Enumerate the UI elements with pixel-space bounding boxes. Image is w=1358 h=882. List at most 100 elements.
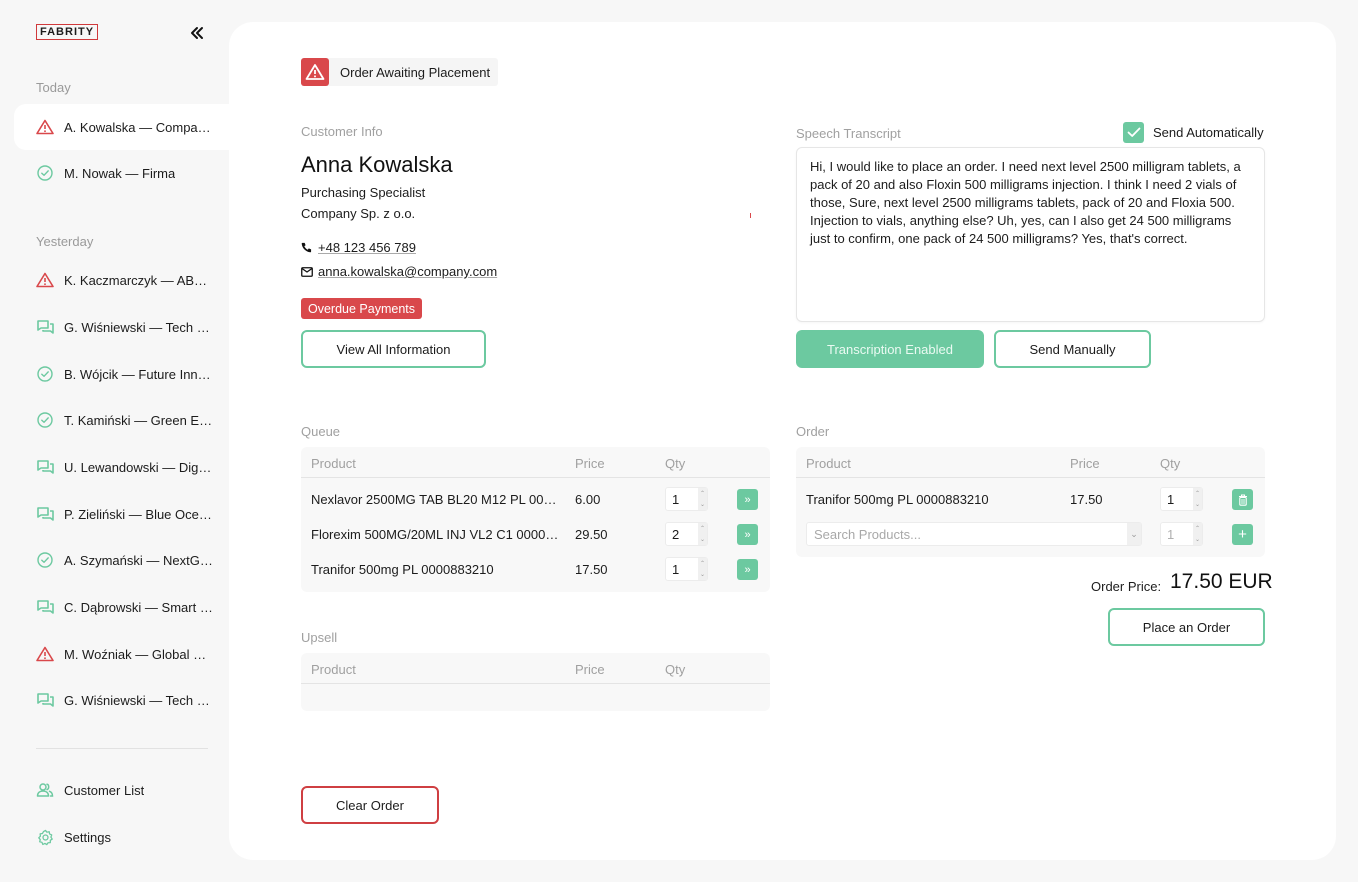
trash-icon <box>1238 493 1247 506</box>
view-all-information-button[interactable]: View All Information <box>301 330 486 368</box>
chevron-down-icon[interactable]: ⌄ <box>1127 523 1141 545</box>
warning-icon <box>301 58 329 86</box>
sidebar-item-customer-list[interactable]: Customer List <box>14 767 229 813</box>
order-price-value: 17.50 EUR <box>1170 570 1273 593</box>
decrement-icon[interactable]: ⌄ <box>698 499 707 510</box>
quantity-input[interactable] <box>666 523 698 545</box>
double-chevron-left-icon <box>191 27 203 39</box>
decrement-icon[interactable]: ⌄ <box>1193 499 1202 510</box>
increment-icon[interactable]: ⌃ <box>698 558 707 569</box>
conversation-item[interactable]: A. Szymański — NextGen Tech <box>14 537 229 583</box>
quantity-input[interactable] <box>1161 488 1193 510</box>
conversation-item[interactable]: G. Wiśniewski — Tech Solutions <box>14 677 229 723</box>
sidebar-item-label: Customer List <box>64 782 145 798</box>
conversation-item[interactable]: U. Lewandowski — Digital Systems <box>14 444 229 490</box>
increment-icon[interactable]: ⌃ <box>698 488 707 499</box>
conversation-label: G. Wiśniewski — Tech Solutions <box>64 319 214 335</box>
conversation-item[interactable]: T. Kamiński — Green Energy <box>14 397 229 443</box>
warning-icon <box>36 645 54 663</box>
conversation-item[interactable]: A. Kowalska — Company Sp. z o.o. <box>14 104 229 150</box>
quantity-stepper[interactable]: ⌃⌄ <box>665 522 708 546</box>
sidebar-item-settings[interactable]: Settings <box>14 814 229 860</box>
move-to-order-button[interactable]: » <box>737 524 758 545</box>
increment-icon[interactable]: ⌃ <box>1193 523 1202 534</box>
send-automatically-label: Send Automatically <box>1153 125 1264 140</box>
conversation-label: M. Nowak — Firma <box>64 165 176 181</box>
delete-item-button[interactable] <box>1232 489 1253 510</box>
speech-transcript-label: Speech Transcript <box>796 126 901 141</box>
conversation-item[interactable]: K. Kaczmarczyk — ABC Solutions <box>14 257 229 303</box>
clear-order-button[interactable]: Clear Order <box>301 786 439 824</box>
table-row: Nexlavor 2500MG TAB BL20 M12 PL 0000... … <box>301 482 770 517</box>
conversation-label: T. Kamiński — Green Energy <box>64 412 214 428</box>
chat-icon <box>36 598 54 616</box>
conversation-label: P. Zieliński — Blue Ocean Ltd <box>64 506 214 522</box>
upsell-table: Product Price Qty <box>301 653 770 711</box>
check-circle-icon <box>36 411 54 429</box>
section-label-today: Today <box>36 80 71 95</box>
sidebar: FABRITY Today A. Kowalska — Company Sp. … <box>0 0 229 882</box>
chat-icon <box>36 691 54 709</box>
search-products-input[interactable] <box>807 523 1127 545</box>
search-products-select[interactable]: ⌄ <box>806 522 1142 546</box>
double-chevron-right-icon: » <box>744 493 751 506</box>
speech-transcript-textarea[interactable]: Hi, I would like to place an order. I ne… <box>796 147 1265 322</box>
product-price: 29.50 <box>575 527 608 542</box>
column-header-qty: Qty <box>665 456 686 471</box>
decrement-icon[interactable]: ⌄ <box>698 534 707 545</box>
table-row: Florexim 500MG/20ML INJ VL2 C1 000084...… <box>301 517 770 552</box>
conversation-label: M. Woźniak — Global Finance <box>64 646 214 662</box>
conversation-item[interactable]: P. Zieliński — Blue Ocean Ltd <box>14 491 229 537</box>
chat-icon <box>36 318 54 336</box>
conversation-item[interactable]: B. Wójcik — Future Innovations <box>14 351 229 397</box>
conversation-item[interactable]: G. Wiśniewski — Tech Solutions <box>14 304 229 350</box>
phone-icon <box>301 242 313 254</box>
fabrity-logo: FABRITY <box>36 24 99 40</box>
transcription-enabled-button[interactable]: Transcription Enabled <box>796 330 984 368</box>
queue-label: Queue <box>301 424 341 439</box>
quantity-input[interactable] <box>666 558 698 580</box>
conversation-label: A. Kowalska — Company Sp. z o.o. <box>64 119 214 135</box>
customer-position: Purchasing Specialist <box>301 185 426 200</box>
send-automatically-checkbox[interactable]: Send Automatically <box>1123 122 1264 143</box>
place-order-button[interactable]: Place an Order <box>1108 608 1265 646</box>
quantity-stepper[interactable]: ⌃⌄ <box>665 487 708 511</box>
decrement-icon[interactable]: ⌄ <box>1193 534 1202 545</box>
conversation-item[interactable]: M. Nowak — Firma <box>14 150 229 196</box>
email-link[interactable]: anna.kowalska@company.com <box>318 264 497 279</box>
quantity-stepper[interactable]: ⌃⌄ <box>1160 522 1203 546</box>
decrement-icon[interactable]: ⌄ <box>698 569 707 580</box>
sidebar-divider <box>36 748 208 749</box>
section-label-yesterday: Yesterday <box>36 234 94 249</box>
increment-icon[interactable]: ⌃ <box>1193 488 1202 499</box>
send-manually-button[interactable]: Send Manually <box>994 330 1151 368</box>
quantity-stepper[interactable]: ⌃⌄ <box>1160 487 1203 511</box>
move-to-order-button[interactable]: » <box>737 559 758 580</box>
quantity-input[interactable] <box>666 488 698 510</box>
column-header-product: Product <box>806 456 851 471</box>
phone-link[interactable]: +48 123 456 789 <box>318 240 416 255</box>
order-table: Product Price Qty Tranifor 500mg PL 0000… <box>796 447 1265 557</box>
conversation-item[interactable]: C. Dąbrowski — Smart Home <box>14 584 229 630</box>
move-to-order-button[interactable]: » <box>737 489 758 510</box>
column-header-product: Product <box>311 456 356 471</box>
collapse-sidebar-button[interactable] <box>186 22 208 44</box>
queue-table: Product Price Qty Nexlavor 2500MG TAB BL… <box>301 447 770 592</box>
quantity-stepper[interactable]: ⌃⌄ <box>665 557 708 581</box>
add-product-button[interactable]: + <box>1232 524 1253 545</box>
plus-icon: + <box>1238 526 1247 543</box>
conversation-label: G. Wiśniewski — Tech Solutions <box>64 692 214 708</box>
warning-icon <box>36 271 54 289</box>
main-panel: Order Awaiting Placement Customer Info A… <box>229 22 1336 860</box>
increment-icon[interactable]: ⌃ <box>698 523 707 534</box>
conversation-label: B. Wójcik — Future Innovations <box>64 366 214 382</box>
order-price-label: Order Price: <box>1091 579 1162 594</box>
warning-icon <box>36 118 54 136</box>
column-header-price: Price <box>1070 456 1100 471</box>
quantity-input[interactable] <box>1161 523 1193 545</box>
product-name: Florexim 500MG/20ML INJ VL2 C1 000084... <box>311 527 561 542</box>
customer-info-label: Customer Info <box>301 124 383 139</box>
conversation-item[interactable]: M. Woźniak — Global Finance <box>14 631 229 677</box>
users-icon <box>36 781 54 799</box>
product-name: Tranifor 500mg PL 0000883210 <box>806 492 989 507</box>
